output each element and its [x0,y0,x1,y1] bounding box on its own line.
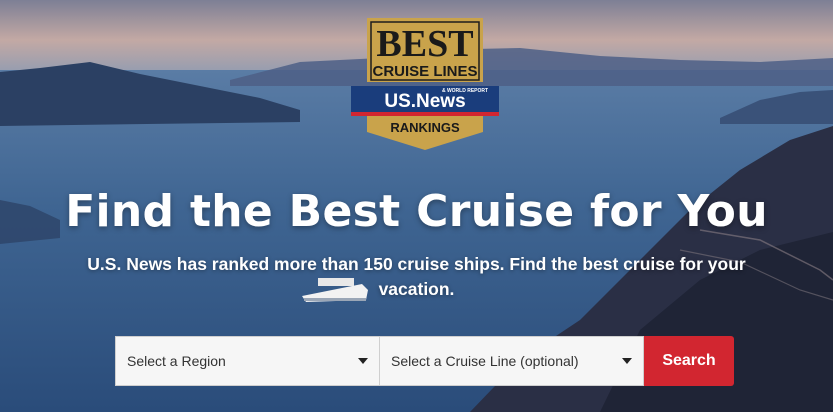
svg-text:BEST: BEST [376,23,473,65]
svg-text:RANKINGS: RANKINGS [390,120,460,135]
region-select-label: Select a Region [127,353,226,369]
cruise-line-select-label: Select a Cruise Line (optional) [391,353,579,369]
best-cruise-lines-badge: BEST CRUISE LINES & WORLD REPORT US.News… [351,18,499,150]
chevron-down-icon [358,358,368,364]
svg-text:CRUISE LINES: CRUISE LINES [372,63,477,80]
region-select[interactable]: Select a Region [115,336,380,386]
cruise-search-form: Select a Region Select a Cruise Line (op… [115,336,734,386]
cruise-line-select[interactable]: Select a Cruise Line (optional) [380,336,644,386]
search-button[interactable]: Search [644,336,734,386]
svg-text:US.News: US.News [384,91,465,112]
page-headline: Find the Best Cruise for You [65,186,768,237]
hero-section: BEST CRUISE LINES & WORLD REPORT US.News… [0,0,833,412]
chevron-down-icon [622,358,632,364]
page-subtitle: U.S. News has ranked more than 150 cruis… [87,254,746,299]
